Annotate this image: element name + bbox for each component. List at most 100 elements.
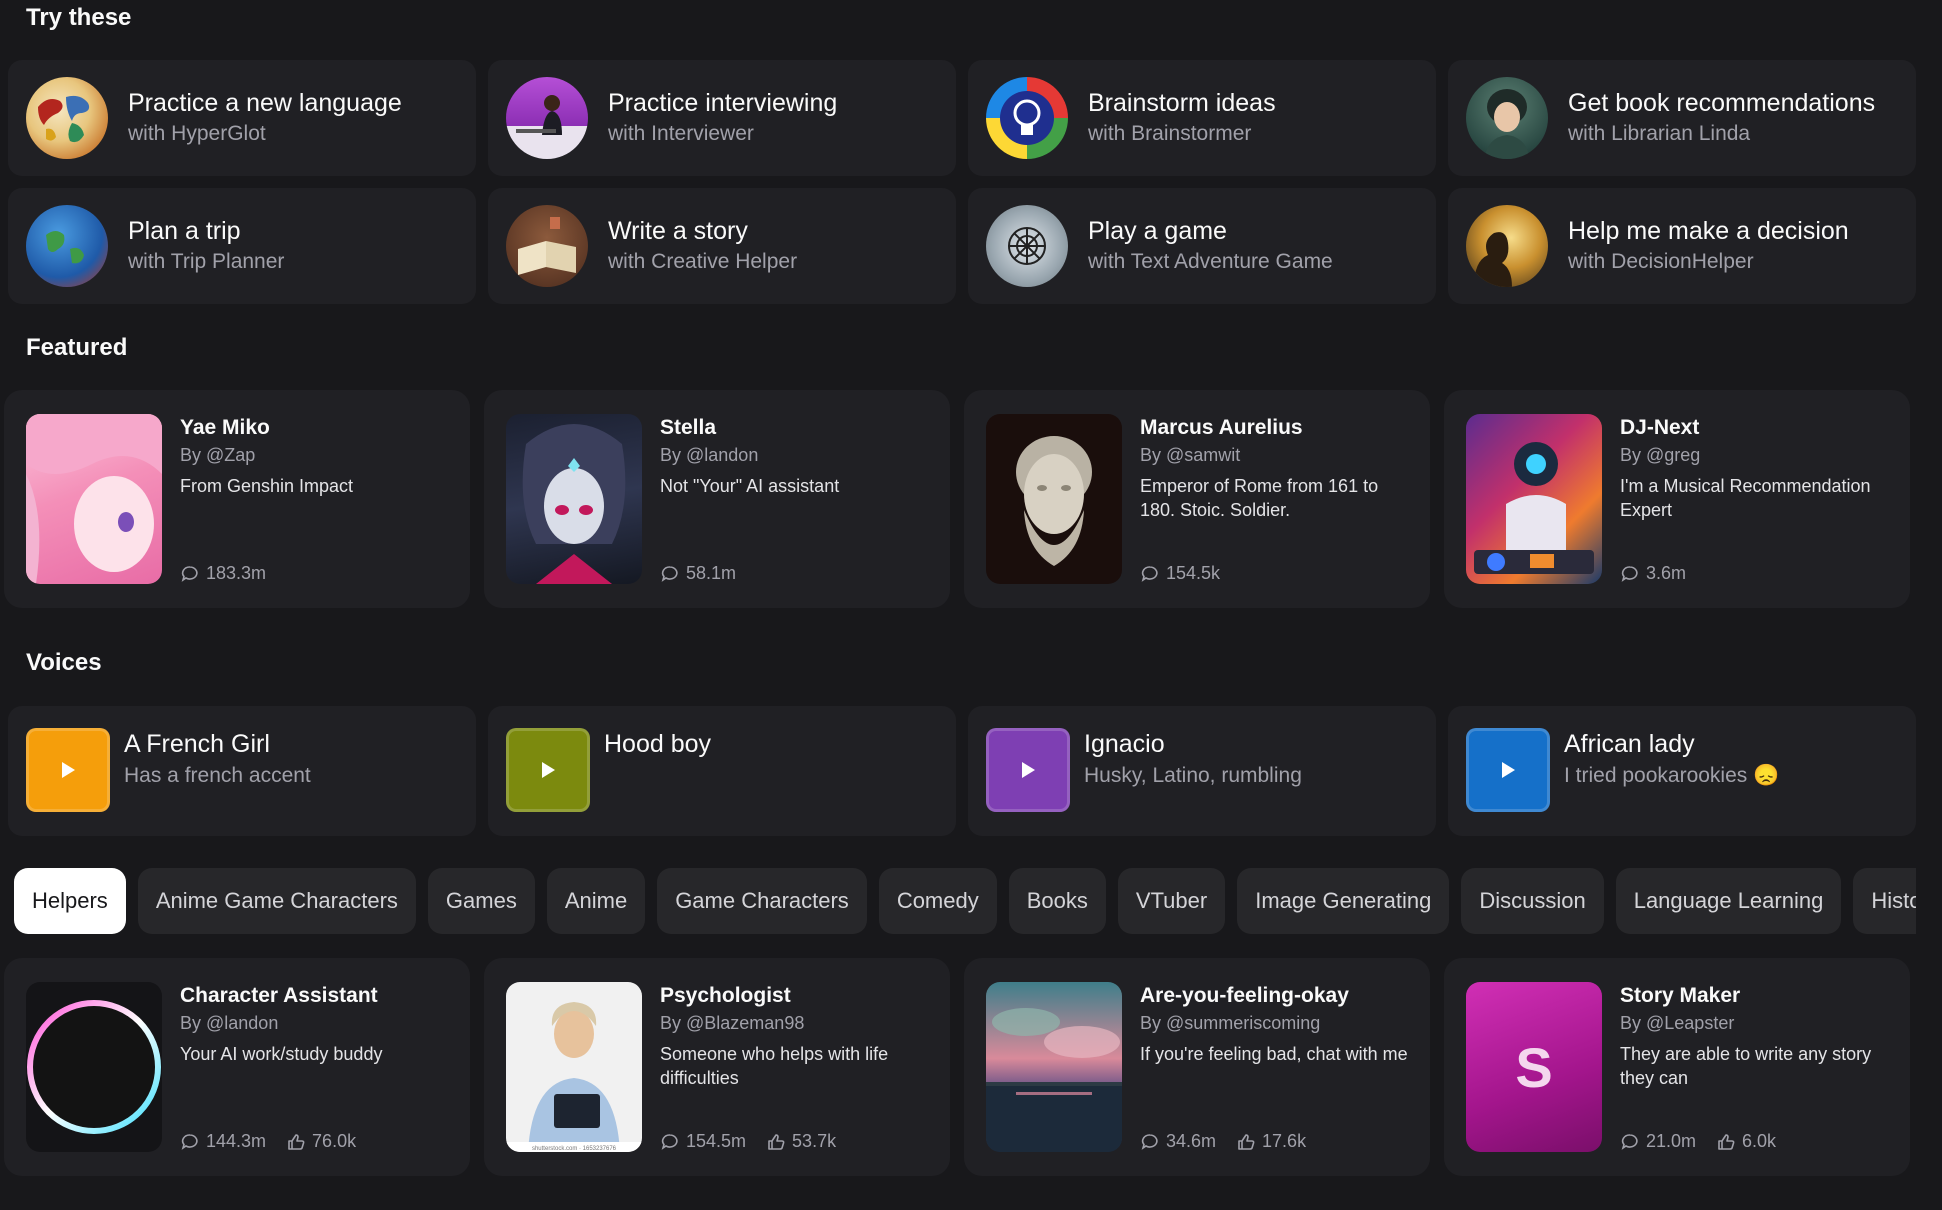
like-count: 6.0k [1716,1131,1776,1152]
tab-game-characters[interactable]: Game Characters [657,868,867,934]
marble-bust-image [1016,436,1092,566]
try-card-subtitle: with Trip Planner [128,250,285,273]
thumbs-up-icon [1718,1133,1735,1150]
character-author: By @landon [180,1013,279,1033]
tab-games[interactable]: Games [427,868,535,934]
character-avatar [1466,414,1602,584]
chat-bubble-icon [1141,565,1158,582]
tab-comedy[interactable]: Comedy [878,868,997,934]
try-card-language[interactable]: Practice a new language with HyperGlot [8,60,476,176]
voice-card-ignacio[interactable]: Ignacio Husky, Latino, rumbling [968,706,1436,836]
character-name: Marcus Aurelius [1140,416,1303,439]
chat-count-value: 58.1m [686,563,737,583]
chat-count: 58.1m [660,563,736,584]
try-card-title: Plan a trip [128,217,241,245]
try-card-interviewing[interactable]: Practice interviewing with Interviewer [488,60,956,176]
voice-card-french-girl[interactable]: A French Girl Has a french accent [8,706,476,836]
character-name: Yae Miko [180,416,270,439]
tab-discussion[interactable]: Discussion [1461,868,1604,934]
anime-android-image [522,424,626,584]
tab-books[interactable]: Books [1008,868,1106,934]
tab-vtuber[interactable]: VTuber [1117,868,1226,934]
helper-card-story-maker[interactable]: S Story Maker By @Leapster They are able… [1444,958,1910,1176]
tab-history[interactable]: History [1853,868,1916,934]
voice-play-button[interactable] [1466,728,1550,812]
tab-helpers[interactable]: Helpers [14,868,126,934]
voice-card-african-lady[interactable]: African lady I tried pookarookies 😞 [1448,706,1916,836]
try-card-brainstorm[interactable]: Brainstorm ideas with Brainstormer [968,60,1436,176]
character-stats: 183.3m [180,563,280,584]
try-card-story[interactable]: Write a story with Creative Helper [488,188,956,304]
featured-card-yae-miko[interactable]: Yae Miko By @Zap From Genshin Impact 183… [4,390,470,608]
featured-card-marcus-aurelius[interactable]: Marcus Aurelius By @samwit Emperor of Ro… [964,390,1430,608]
chat-bubble-icon [181,565,198,582]
helper-card-psychologist[interactable]: shutterstock.com · 1653237676 Psychologi… [484,958,950,1176]
character-name: Character Assistant [180,984,378,1007]
chat-count-value: 144.3m [206,1131,267,1151]
featured-card-dj-next[interactable]: DJ-Next By @greg I'm a Musical Recommend… [1444,390,1910,608]
character-avatar [26,982,162,1152]
try-card-subtitle: with Creative Helper [608,250,798,273]
chat-bubble-icon [181,1133,198,1150]
character-name: DJ-Next [1620,416,1700,439]
chat-bubble-icon [1141,1133,1158,1150]
character-author: By @Zap [180,445,256,465]
chat-count: 144.3m [180,1131,266,1152]
tab-anime-game-characters[interactable]: Anime Game Characters [137,868,416,934]
try-card-decision[interactable]: Help me make a decision with DecisionHel… [1448,188,1916,304]
voice-play-button[interactable] [26,728,110,812]
like-count: 17.6k [1236,1131,1306,1152]
tab-language-learning[interactable]: Language Learning [1615,868,1842,934]
like-count: 76.0k [286,1131,356,1152]
person-icon [516,95,562,135]
initial-letter: S [1515,1035,1553,1099]
open-book-icon [518,217,576,275]
tab-anime[interactable]: Anime [546,868,646,934]
character-stats: 58.1m [660,563,750,584]
anime-girl-image [26,414,162,584]
chat-count-value: 154.5m [686,1131,747,1151]
librarian-avatar [1466,77,1548,159]
chat-count-value: 154.5k [1166,563,1221,583]
character-author: By @Blazeman98 [660,1013,805,1033]
play-icon [62,762,75,778]
character-description: If you're feeling bad, chat with me [1140,1044,1408,1064]
character-stats: 21.0m 6.0k [1620,1131,1790,1152]
character-avatar: S [1466,982,1602,1152]
character-author: By @greg [1620,445,1701,465]
character-stats: 34.6m 17.6k [1140,1131,1320,1152]
try-card-title: Practice interviewing [608,89,838,117]
voice-play-button[interactable] [506,728,590,812]
sunset-lake-image [986,1008,1122,1152]
head-silhouette-icon [1474,232,1512,287]
voice-subtitle: Has a french accent [124,764,311,787]
helper-card-are-you-feeling-okay[interactable]: Are-you-feeling-okay By @summeriscoming … [964,958,1430,1176]
character-description: Your AI work/study buddy [180,1044,383,1064]
chat-count: 183.3m [180,563,266,584]
character-description: I'm a Musical Recommendation Expert [1620,476,1871,520]
world-map-icon [38,95,90,143]
try-card-title: Help me make a decision [1568,217,1849,245]
like-count: 53.7k [766,1131,836,1152]
try-card-books[interactable]: Get book recommendations with Librarian … [1448,60,1916,176]
thumbs-up-icon [1238,1133,1255,1150]
play-icon [1502,762,1515,778]
image-watermark: shutterstock.com · 1653237676 [532,1146,617,1152]
try-card-trip[interactable]: Plan a trip with Trip Planner [8,188,476,304]
voice-play-button[interactable] [986,728,1070,812]
try-card-subtitle: with Brainstormer [1088,122,1252,145]
helper-card-character-assistant[interactable]: Character Assistant By @landon Your AI w… [4,958,470,1176]
featured-card-stella[interactable]: Stella By @landon Not "Your" AI assistan… [484,390,950,608]
try-card-subtitle: with Interviewer [608,122,754,145]
try-card-game[interactable]: Play a game with Text Adventure Game [968,188,1436,304]
chat-count-value: 183.3m [206,563,267,583]
psychologist-photo-image: shutterstock.com · 1653237676 [506,1002,642,1152]
game-emblem-avatar [986,205,1068,287]
tab-image-generating[interactable]: Image Generating [1237,868,1450,934]
character-stats: 154.5k [1140,563,1234,584]
character-description: Someone who helps with life difficulties [660,1044,889,1088]
section-title-try-these: Try these [26,4,132,31]
voice-card-hood-boy[interactable]: Hood boy [488,706,956,836]
character-name: Are-you-feeling-okay [1140,984,1349,1007]
voice-subtitle: I tried pookarookies 😞 [1564,764,1780,787]
